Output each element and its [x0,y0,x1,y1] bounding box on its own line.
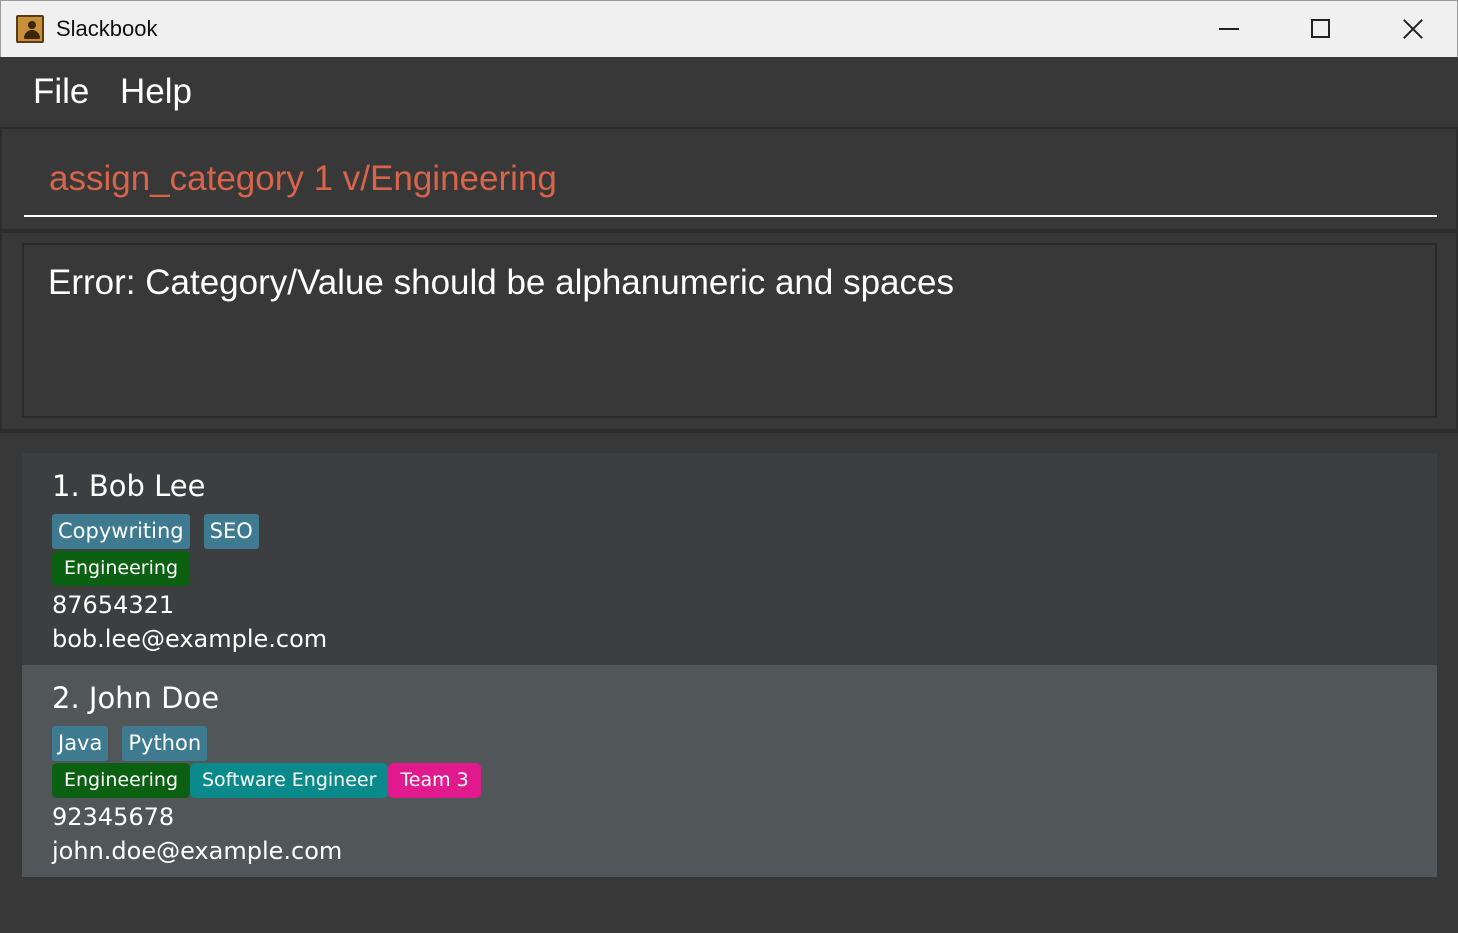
menu-bar: File Help [0,57,1458,127]
category-list: Engineering Software Engineer Team 3 [52,763,481,798]
person-phone: 92345678 [52,803,175,831]
person-card[interactable]: 1. Bob Lee Copywriting SEO Engineering 8… [22,453,1437,665]
person-name: 1. Bob Lee [52,469,206,503]
tag: SEO [203,514,259,549]
category-list: Engineering [52,551,190,586]
close-icon [1402,18,1424,40]
menu-file[interactable]: File [33,72,89,112]
command-input[interactable]: assign_category 1 v/Engineering [49,159,557,199]
result-message: Error: Category/Value should be alphanum… [48,263,954,302]
category-tag: Engineering [52,551,190,586]
window-title: Slackbook [56,16,158,41]
person-phone: 87654321 [52,591,175,619]
tag: Copywriting [52,514,190,549]
maximize-button[interactable] [1274,1,1366,57]
result-display: Error: Category/Value should be alphanum… [22,243,1437,418]
person-email: bob.lee@example.com [52,625,328,653]
person-card[interactable]: 2. John Doe Java Python Engineering Soft… [22,665,1437,877]
close-button[interactable] [1367,1,1458,57]
command-input-underline [24,215,1437,217]
person-name: 2. John Doe [52,681,220,715]
category-tag: Engineering [52,763,190,798]
address-book-icon [16,15,44,43]
tag-list: Java Python [52,726,208,761]
title-bar: Slackbook [0,0,1458,57]
category-tag: Software Engineer [190,763,389,798]
maximize-icon [1311,19,1330,38]
minimize-icon [1219,28,1239,30]
category-tag: Team 3 [388,763,481,798]
person-email: john.doe@example.com [52,837,343,865]
tag-list: Copywriting SEO [52,514,259,549]
minimize-button[interactable] [1183,1,1275,57]
tag: Python [122,726,208,761]
tag: Java [52,726,109,761]
menu-help[interactable]: Help [120,72,192,112]
